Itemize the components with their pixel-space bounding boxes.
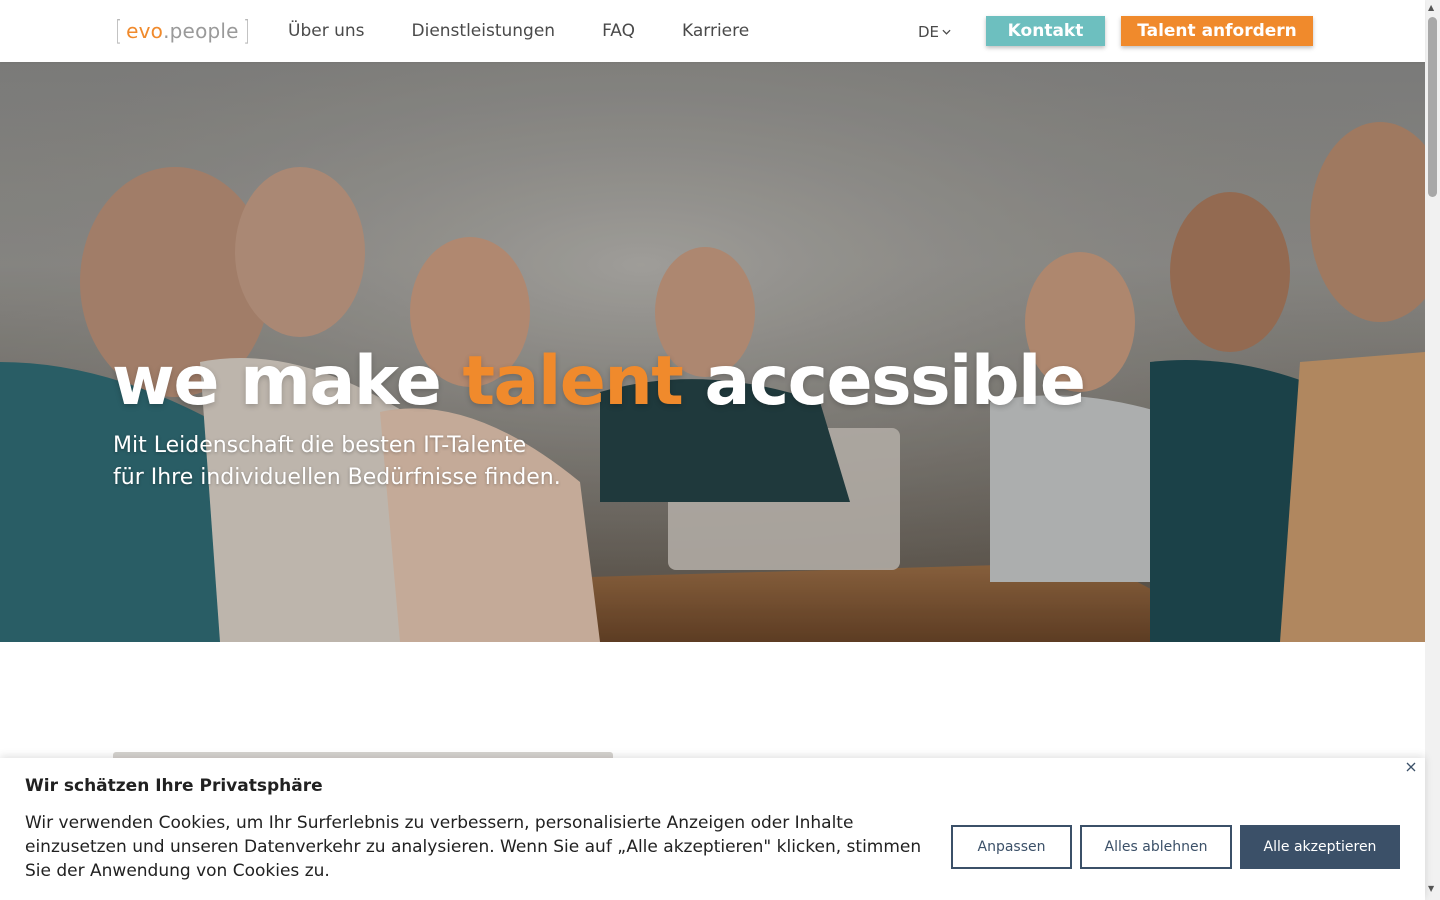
cookie-text: Wir verwenden Cookies, um Ihr Surferlebn… (25, 813, 922, 881)
scroll-up-icon[interactable]: ▲ (1428, 3, 1434, 12)
contact-button[interactable]: Kontakt (986, 16, 1105, 46)
close-icon[interactable] (1404, 760, 1418, 774)
chevron-down-icon (942, 29, 951, 35)
hero-title-post: accessible (682, 342, 1086, 421)
logo-bracket-left: [ (115, 13, 122, 47)
language-selector[interactable]: DE (918, 23, 951, 41)
logo-part-2: .people (163, 18, 239, 43)
accept-all-cookies-button[interactable]: Alle akzeptieren (1240, 825, 1400, 869)
scroll-down-icon[interactable]: ▼ (1428, 884, 1434, 893)
hero-section: we make talent accessible Mit Leidenscha… (0, 62, 1425, 642)
hero-subtitle-line-2: für Ihre individuellen Bedürfnisse finde… (113, 465, 561, 490)
logo-part-1: evo (126, 18, 164, 43)
main-nav: Über uns Dienstleistungen FAQ Karriere (288, 20, 796, 42)
cookie-title: Wir schätzen Ihre Privatsphäre (25, 776, 323, 796)
nav-item-dienstleistungen[interactable]: Dienstleistungen (412, 20, 556, 42)
hero-title: we make talent accessible (112, 342, 1086, 421)
hero-title-pre: we make (112, 342, 463, 421)
hero-title-accent: talent (462, 342, 684, 421)
logo[interactable]: [ evo .people ] (113, 16, 252, 45)
nav-item-ueber-uns[interactable]: Über uns (288, 20, 365, 42)
nav-item-faq[interactable]: FAQ (602, 20, 635, 42)
site-header: [ evo .people ] Über uns Dienstleistungen… (0, 0, 1425, 62)
hero-subtitle: Mit Leidenschaft die besten IT-Talente f… (113, 430, 561, 494)
reject-all-cookies-button[interactable]: Alles ablehnen (1080, 825, 1232, 869)
nav-item-karriere[interactable]: Karriere (682, 20, 749, 42)
logo-bracket-right: ] (242, 13, 250, 47)
customize-cookies-button[interactable]: Anpassen (951, 825, 1072, 869)
cookie-banner: Wir schätzen Ihre Privatsphäre Wir verwe… (0, 758, 1425, 900)
hero-subtitle-line-1: Mit Leidenschaft die besten IT-Talente (113, 433, 527, 458)
language-label: DE (918, 23, 940, 41)
scrollbar-thumb[interactable] (1428, 17, 1437, 197)
request-talent-button[interactable]: Talent anfordern (1121, 16, 1313, 46)
